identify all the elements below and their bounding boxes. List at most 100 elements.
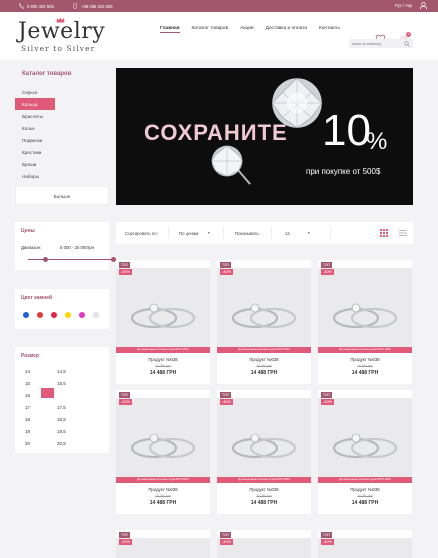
product-image[interactable]	[217, 268, 311, 350]
size-option[interactable]: 14	[25, 369, 30, 374]
product-price: 14 488 ГРН	[250, 500, 278, 506]
size-option[interactable]: 18,5	[57, 417, 66, 422]
top-badge: TOП	[220, 392, 231, 398]
product-image[interactable]	[318, 398, 412, 480]
nav-catalog[interactable]: Каталог товаров	[192, 26, 229, 33]
user-icon[interactable]	[419, 1, 428, 10]
nav-contacts[interactable]: Контакты	[319, 26, 340, 33]
product-card[interactable]: TOП -40%	[116, 530, 210, 558]
color-swatch-yellow[interactable]	[65, 312, 71, 318]
divider	[223, 227, 224, 239]
stone-color-filter: Цвет камней	[15, 289, 109, 329]
size-option[interactable]: 20,5	[57, 441, 66, 446]
phone-2[interactable]: +38 095 303 505	[72, 3, 113, 9]
more-button[interactable]: Больше	[15, 186, 109, 205]
sidebar-item-rings[interactable]: Кольца	[22, 102, 37, 107]
sale-badge: -40%	[321, 399, 334, 405]
search-box[interactable]	[349, 39, 413, 48]
size-option[interactable]: 15,5	[57, 381, 66, 386]
sale-badge: -40%	[119, 539, 132, 545]
size-filter: Размер	[15, 347, 109, 453]
search-icon[interactable]	[404, 40, 410, 47]
size-option[interactable]: 14,5	[57, 369, 66, 374]
product-old-price: 20 280 грн	[256, 494, 272, 498]
sidebar-item-necklaces[interactable]: Колье	[22, 126, 35, 131]
top-badge: TOП	[321, 392, 332, 398]
product-name[interactable]: Продукт №038	[318, 357, 412, 362]
banner-save-text: СОХРАНИТЕ	[144, 120, 288, 145]
language-switch[interactable]: Рус / Укр	[395, 3, 412, 8]
search-input[interactable]	[352, 40, 400, 47]
logo[interactable]: Jewelry Silver to Silver	[16, 17, 111, 53]
color-swatch-red[interactable]	[37, 312, 43, 318]
sidebar-item-crosses[interactable]: Крестики	[22, 150, 41, 155]
sort-chevron-icon[interactable]: ▾	[208, 231, 210, 235]
product-name[interactable]: Продукт №038	[318, 487, 412, 492]
product-image[interactable]	[217, 398, 311, 480]
size-active-highlight	[41, 388, 54, 398]
nav-home[interactable]: Главная	[160, 26, 180, 33]
size-option[interactable]: 15	[25, 381, 30, 386]
promo-countdown: До конца акции осталось 3 дня 08.07.2023	[318, 477, 412, 483]
product-card[interactable]: TOП -40% До конца акции осталось 3 дня 0…	[217, 260, 311, 384]
price-slider-min-handle[interactable]	[43, 257, 48, 262]
sort-toolbar: Сортировать по: По ценам ▾ Показывать: 1…	[116, 222, 413, 244]
product-name[interactable]: Продукт №038	[217, 357, 311, 362]
nav-promotions[interactable]: Акции	[240, 26, 253, 33]
product-old-price: 20 280 грн	[256, 364, 272, 368]
price-range-value: 5 000 - 25 000грн	[60, 245, 95, 250]
size-option[interactable]: 19	[25, 429, 30, 434]
product-image[interactable]	[116, 268, 210, 350]
size-option[interactable]: 16	[25, 393, 30, 398]
size-option[interactable]: 18	[25, 417, 30, 422]
sidebar-item-bracelets[interactable]: Браслеты	[22, 114, 43, 119]
size-option[interactable]: 17,5	[57, 405, 66, 410]
product-name[interactable]: Продукт №038	[116, 357, 210, 362]
product-card[interactable]: TOП -40%	[217, 530, 311, 558]
sidebar-item-brooches[interactable]: Броши	[22, 162, 36, 167]
crown-icon	[56, 17, 65, 23]
product-card[interactable]: TOП -40% До конца акции осталось 3 дня 0…	[318, 260, 412, 384]
color-swatch-pink[interactable]	[79, 312, 85, 318]
product-card[interactable]: TOП -40% До конца акции осталось 3 дня 0…	[116, 390, 210, 514]
color-swatch-light[interactable]	[93, 312, 99, 318]
show-select[interactable]: 12	[285, 231, 290, 236]
product-card[interactable]: TOП -40% До конца акции осталось 3 дня 0…	[318, 390, 412, 514]
mobile-icon	[73, 3, 77, 9]
sort-select[interactable]: По ценам	[179, 231, 198, 236]
color-swatch-crimson[interactable]	[51, 312, 57, 318]
size-option[interactable]: 20	[25, 441, 30, 446]
phone-1[interactable]: 0 800 302 505	[18, 3, 54, 9]
nav-delivery[interactable]: Доставка и оплата	[266, 26, 307, 33]
show-chevron-icon[interactable]: ▾	[308, 231, 310, 235]
product-card[interactable]: TOП -40% До конца акции осталось 3 дня 0…	[217, 390, 311, 514]
sidebar-item-pendants[interactable]: Подвески	[22, 138, 42, 143]
product-image[interactable]	[318, 268, 412, 350]
product-name[interactable]: Продукт №038	[217, 487, 311, 492]
ring-image	[130, 433, 196, 459]
product-image[interactable]	[116, 398, 210, 480]
sale-badge: -40%	[220, 399, 233, 405]
list-view-icon[interactable]	[399, 229, 407, 237]
phone-1-text: 0 800 302 505	[27, 3, 54, 9]
promo-countdown: До конца акции осталось 3 дня 08.07.2023	[217, 477, 311, 483]
ring-image	[130, 303, 196, 329]
promo-banner[interactable]: СОХРАНИТЕ 10 % при покупке от 500$	[116, 68, 413, 205]
product-card[interactable]: TOП -40% До конца акции осталось 3 дня 0…	[116, 260, 210, 384]
grid-view-icon[interactable]	[380, 229, 388, 237]
phone-icon	[18, 3, 24, 9]
product-card[interactable]: TOП -40%	[318, 530, 412, 558]
sidebar-item-earrings[interactable]: Серьги	[22, 90, 37, 95]
sidebar-item-sets[interactable]: Наборы	[22, 174, 39, 179]
price-slider-track[interactable]	[28, 259, 116, 260]
top-badge: TOП	[119, 262, 130, 268]
size-option[interactable]: 19,5	[57, 429, 66, 434]
size-option-selected[interactable]: 16,5	[57, 393, 66, 398]
top-badge: TOП	[220, 532, 231, 538]
phone-2-text: +38 095 303 505	[81, 3, 113, 9]
product-name[interactable]: Продукт №038	[116, 487, 210, 492]
size-option[interactable]: 17	[25, 405, 30, 410]
color-swatch-blue[interactable]	[23, 312, 29, 318]
divider	[168, 227, 169, 239]
price-filter: Цены Диапазон: 5 000 - 25 000грн	[15, 222, 116, 270]
